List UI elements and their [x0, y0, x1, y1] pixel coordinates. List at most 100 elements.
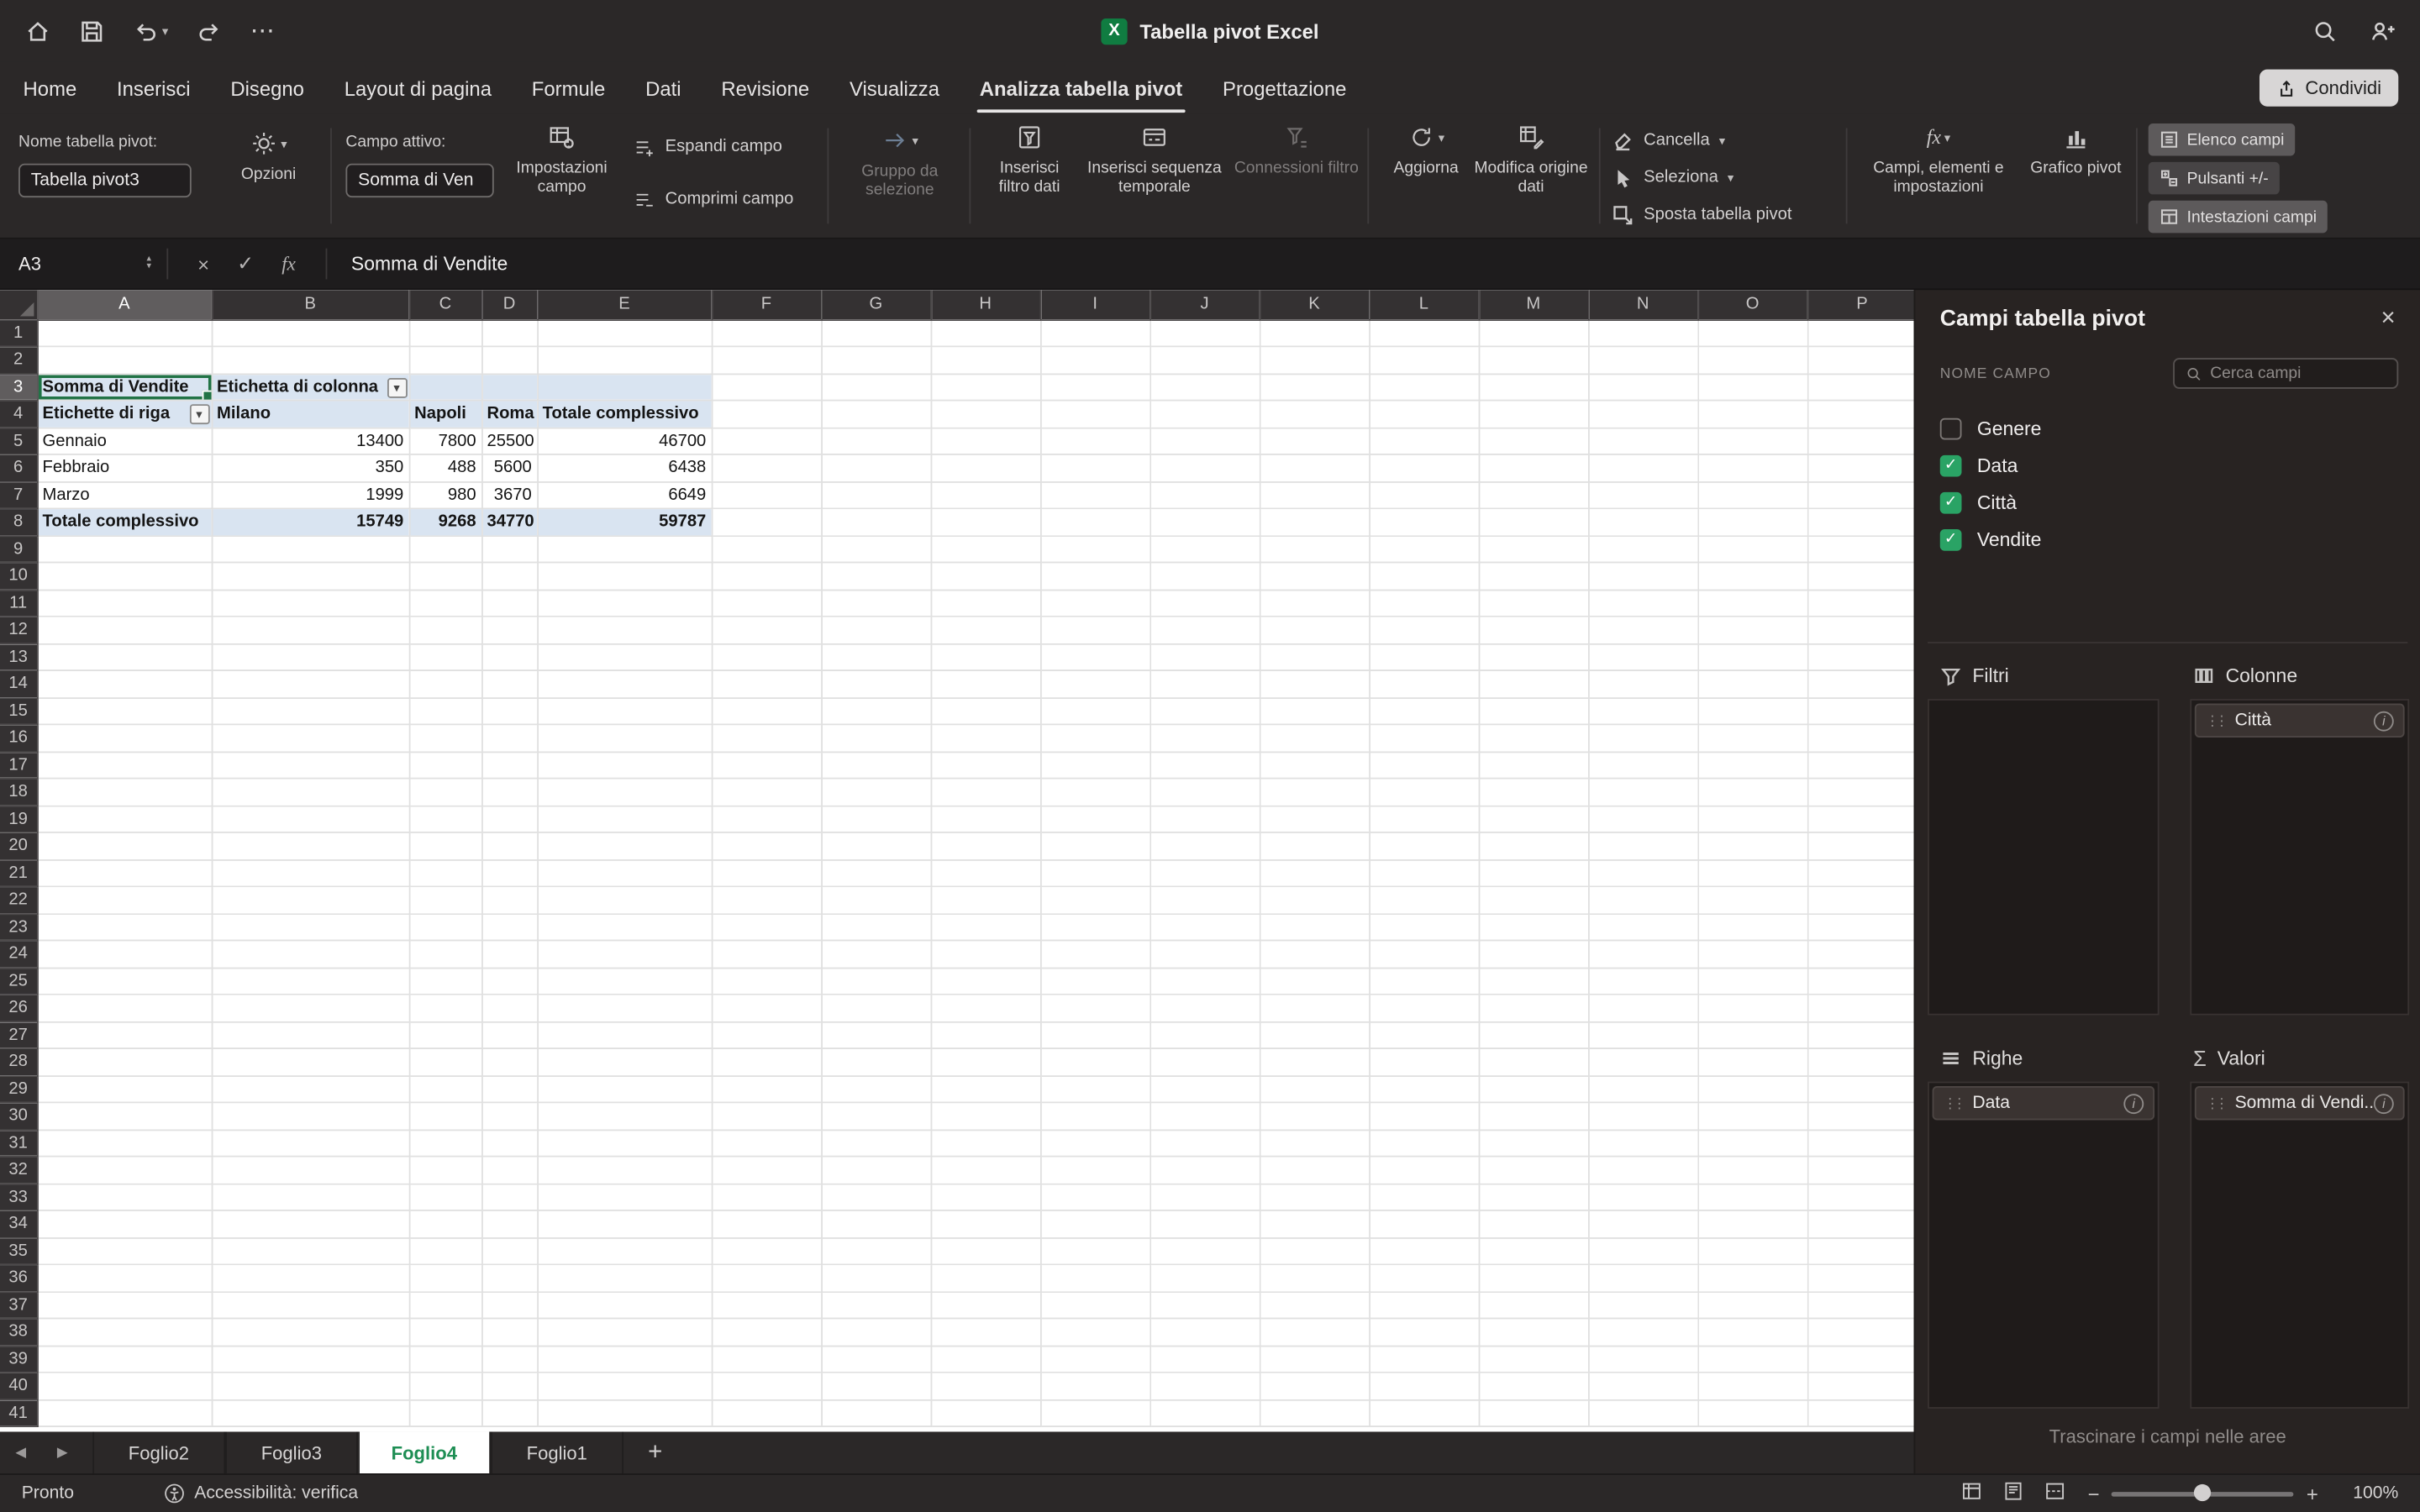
cell-O27[interactable]: [1697, 1021, 1807, 1048]
cell-L33[interactable]: [1369, 1184, 1478, 1210]
cell-G13[interactable]: [821, 643, 930, 670]
cell-B39[interactable]: [212, 1346, 409, 1373]
cell-G14[interactable]: [821, 670, 930, 697]
cell-K14[interactable]: [1260, 670, 1369, 697]
cell-C26[interactable]: [409, 995, 481, 1021]
cell-K28[interactable]: [1260, 1048, 1369, 1075]
cell-B12[interactable]: [212, 617, 409, 643]
cell-I11[interactable]: [1040, 590, 1150, 617]
cell-F25[interactable]: [712, 968, 821, 995]
cell-O36[interactable]: [1697, 1264, 1807, 1291]
cell-H21[interactable]: [931, 859, 1040, 886]
cell-G7[interactable]: [821, 481, 930, 508]
cell-H34[interactable]: [931, 1210, 1040, 1237]
cell-K8[interactable]: [1260, 508, 1369, 535]
cell-E28[interactable]: [537, 1048, 712, 1075]
row-header-26[interactable]: 26: [0, 995, 37, 1021]
cell-B10[interactable]: [212, 562, 409, 589]
cell-M31[interactable]: [1479, 1129, 1588, 1156]
sheet-nav-left-icon[interactable]: ◀: [0, 1444, 41, 1461]
cell-B28[interactable]: [212, 1048, 409, 1075]
cell-D41[interactable]: [481, 1399, 537, 1426]
cell-B16[interactable]: [212, 724, 409, 751]
cell-P28[interactable]: [1807, 1048, 1914, 1075]
cell-N40[interactable]: [1588, 1373, 1697, 1399]
cell-C36[interactable]: [409, 1264, 481, 1291]
cell-G38[interactable]: [821, 1318, 930, 1345]
cell-I14[interactable]: [1040, 670, 1150, 697]
cell-C6[interactable]: 488: [409, 454, 481, 481]
cell-O41[interactable]: [1697, 1399, 1807, 1426]
cell-A25[interactable]: [37, 968, 212, 995]
cell-N14[interactable]: [1588, 670, 1697, 697]
cell-H12[interactable]: [931, 617, 1040, 643]
ribbon-tab-analizza-tabella-pivot[interactable]: Analizza tabella pivot: [960, 61, 1202, 113]
cell-A24[interactable]: [37, 940, 212, 967]
cell-F14[interactable]: [712, 670, 821, 697]
cell-B5[interactable]: 13400: [212, 428, 409, 454]
cell-N32[interactable]: [1588, 1157, 1697, 1184]
cell-D22[interactable]: [481, 886, 537, 913]
cell-F6[interactable]: [712, 454, 821, 481]
row-header-20[interactable]: 20: [0, 832, 37, 859]
cell-H27[interactable]: [931, 1021, 1040, 1048]
cell-P38[interactable]: [1807, 1318, 1914, 1345]
normal-view-icon[interactable]: [1960, 1479, 1983, 1507]
row-header-31[interactable]: 31: [0, 1129, 37, 1156]
cell-O11[interactable]: [1697, 590, 1807, 617]
cell-E39[interactable]: [537, 1346, 712, 1373]
ribbon-tab-inserisci[interactable]: Inserisci: [97, 61, 210, 113]
cell-O2[interactable]: [1697, 346, 1807, 373]
cell-C17[interactable]: [409, 751, 481, 778]
cell-A22[interactable]: [37, 886, 212, 913]
cell-L9[interactable]: [1369, 535, 1478, 562]
cell-A32[interactable]: [37, 1157, 212, 1184]
cell-D11[interactable]: [481, 590, 537, 617]
cell-C38[interactable]: [409, 1318, 481, 1345]
cell-F28[interactable]: [712, 1048, 821, 1075]
cell-N16[interactable]: [1588, 724, 1697, 751]
search-icon[interactable]: [2312, 18, 2338, 44]
cell-L12[interactable]: [1369, 617, 1478, 643]
cell-O31[interactable]: [1697, 1129, 1807, 1156]
cell-K9[interactable]: [1260, 535, 1369, 562]
cell-P3[interactable]: [1807, 373, 1914, 400]
cell-K17[interactable]: [1260, 751, 1369, 778]
cell-J21[interactable]: [1150, 859, 1259, 886]
area-chip-citt[interactable]: ⋮⋮Cittài: [2195, 704, 2405, 738]
cell-G31[interactable]: [821, 1129, 930, 1156]
cell-K34[interactable]: [1260, 1210, 1369, 1237]
cell-K7[interactable]: [1260, 481, 1369, 508]
cell-F2[interactable]: [712, 346, 821, 373]
cell-A4[interactable]: Etichette di riga▾: [37, 401, 212, 428]
cell-F34[interactable]: [712, 1210, 821, 1237]
cell-E41[interactable]: [537, 1399, 712, 1426]
cell-D20[interactable]: [481, 832, 537, 859]
cell-E19[interactable]: [537, 806, 712, 832]
cell-E21[interactable]: [537, 859, 712, 886]
cell-K1[interactable]: [1260, 319, 1369, 346]
cell-B38[interactable]: [212, 1318, 409, 1345]
move-pivot-button[interactable]: Sposta tabella pivot: [1612, 197, 1792, 231]
cell-H41[interactable]: [931, 1399, 1040, 1426]
cell-I9[interactable]: [1040, 535, 1150, 562]
cell-I37[interactable]: [1040, 1291, 1150, 1318]
cell-G28[interactable]: [821, 1048, 930, 1075]
cell-E30[interactable]: [537, 1102, 712, 1129]
cell-F16[interactable]: [712, 724, 821, 751]
cell-M25[interactable]: [1479, 968, 1588, 995]
cell-C27[interactable]: [409, 1021, 481, 1048]
column-header-P[interactable]: P: [1807, 290, 1914, 319]
cell-H29[interactable]: [931, 1075, 1040, 1102]
cell-O38[interactable]: [1697, 1318, 1807, 1345]
cell-F41[interactable]: [712, 1399, 821, 1426]
cell-H30[interactable]: [931, 1102, 1040, 1129]
cell-J29[interactable]: [1150, 1075, 1259, 1102]
cell-O33[interactable]: [1697, 1184, 1807, 1210]
cell-D28[interactable]: [481, 1048, 537, 1075]
cell-G21[interactable]: [821, 859, 930, 886]
cell-D7[interactable]: 3670: [481, 481, 537, 508]
cell-K26[interactable]: [1260, 995, 1369, 1021]
cell-L19[interactable]: [1369, 806, 1478, 832]
row-header-2[interactable]: 2: [0, 346, 37, 373]
